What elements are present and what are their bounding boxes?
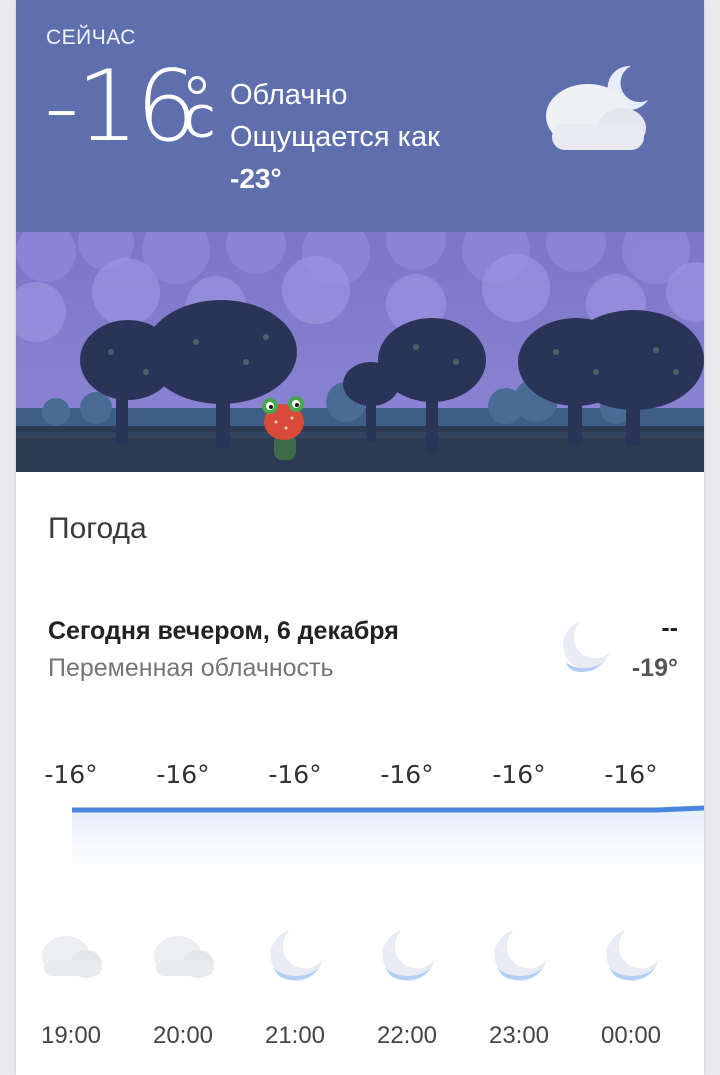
hourly-temp: -16°	[268, 760, 322, 789]
hourly-time: 00:00	[600, 1022, 662, 1049]
moon-cloud-icon	[494, 930, 546, 982]
condition-text: Облачно	[230, 79, 348, 111]
hourly-temp: -16°	[44, 760, 98, 789]
hourly-time: 20:00	[152, 1022, 214, 1049]
hourly-forecast[interactable]: -16° -16° -16° -16° -16° -16° 19:00 20:0…	[16, 760, 704, 1060]
cloud-icon	[42, 936, 102, 978]
hourly-time: 23:00	[488, 1022, 550, 1049]
temperature-unit[interactable]: C	[184, 76, 230, 148]
tonight-high-temp: --	[661, 614, 678, 642]
cloud-moon-icon	[546, 65, 648, 150]
current-condition-block: Облачно Ощущается как -23°	[230, 74, 440, 200]
tonight-title: Сегодня вечером, 6 декабря	[48, 617, 399, 645]
hourly-time: 22:00	[376, 1022, 438, 1049]
hourly-temp: -16°	[492, 760, 546, 789]
moon-cloud-icon	[606, 930, 658, 982]
hourly-time: 19:00	[40, 1022, 102, 1049]
moon-cloud-icon	[563, 622, 610, 672]
section-title: Погода	[48, 512, 147, 545]
moon-cloud-icon	[382, 930, 434, 982]
current-weather-header: СЕЙЧАС -16 C Облачно Ощущается как -23°	[16, 0, 704, 232]
weather-card: СЕЙЧАС -16 C Облачно Ощущается как -23°	[16, 0, 704, 1075]
tonight-low-temp: -19°	[631, 654, 678, 682]
current-temperature: -16	[44, 50, 198, 164]
hourly-temp: -16°	[156, 760, 210, 789]
now-label: СЕЙЧАС	[46, 26, 136, 49]
hourly-time: 21:00	[264, 1022, 326, 1049]
hourly-temp: -16°	[604, 760, 658, 789]
moon-cloud-icon	[270, 930, 322, 982]
cloud-icon	[154, 936, 214, 978]
tonight-condition: Переменная облачность	[48, 654, 334, 682]
night-forest-illustration	[16, 232, 704, 472]
feels-like-value: -23°	[230, 163, 282, 194]
unit-celsius: C	[184, 97, 215, 148]
feels-like-label: Ощущается как	[230, 121, 440, 153]
hourly-temp: -16°	[380, 760, 434, 789]
temperature-trend-line	[72, 805, 704, 870]
degree-symbol	[188, 76, 206, 94]
